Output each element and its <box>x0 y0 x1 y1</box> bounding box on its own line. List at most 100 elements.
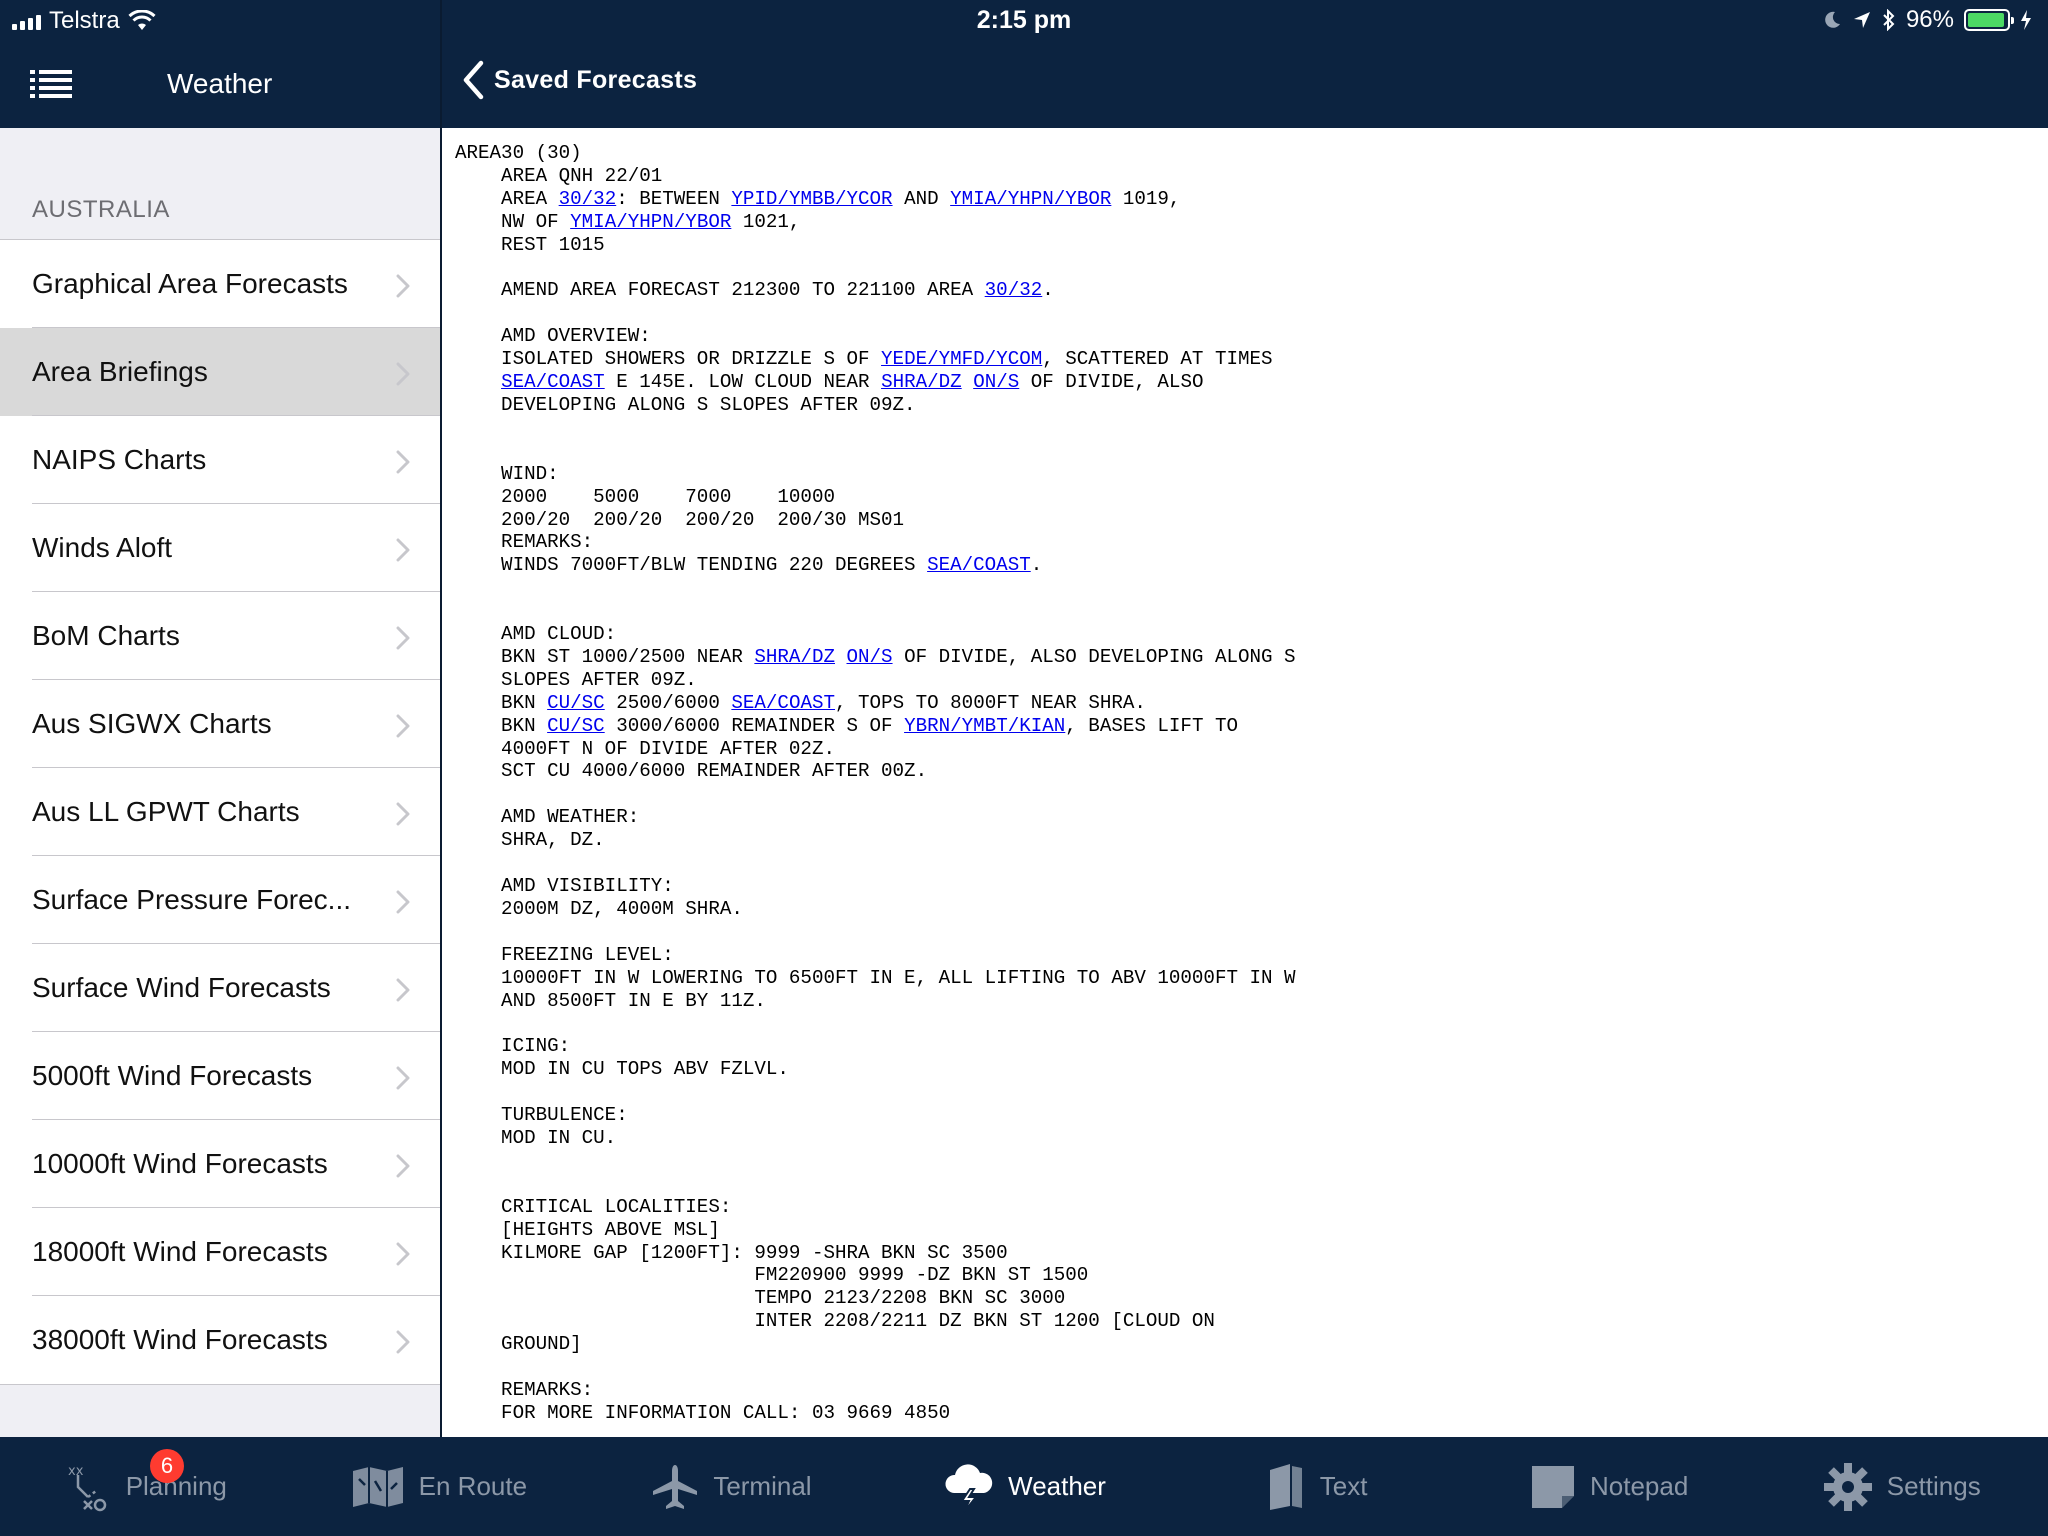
sidebar-item[interactable]: Aus SIGWX Charts <box>0 680 440 768</box>
sidebar-item-label: 38000ft Wind Forecasts <box>32 1324 328 1355</box>
forecast-link[interactable]: SHRA/DZ <box>754 646 835 668</box>
sidebar-item-label: NAIPS Charts <box>32 444 207 475</box>
chevron-right-icon <box>396 362 410 386</box>
chevron-right-icon <box>396 714 410 738</box>
forecast-link[interactable]: YMIA/YHPN/YBOR <box>950 188 1111 210</box>
tab-planning[interactable]: xx Planning 6 <box>0 1437 293 1536</box>
sidebar-item[interactable]: 5000ft Wind Forecasts <box>0 1032 440 1120</box>
status-time: 2:15 pm <box>976 6 1072 34</box>
forecast-link[interactable]: YBRN/YMBT/KIAN <box>904 715 1065 737</box>
sidebar: AUSTRALIA Graphical Area Forecasts Area B… <box>0 128 440 1437</box>
sidebar-item[interactable]: Area Briefings <box>0 328 440 416</box>
sidebar-item-label: Aus SIGWX Charts <box>32 708 272 739</box>
notepad-icon <box>1530 1464 1576 1510</box>
battery-percent: 96% <box>1905 6 1954 33</box>
sidebar-item[interactable]: Winds Aloft <box>0 504 440 592</box>
gear-icon <box>1823 1462 1873 1512</box>
chevron-right-icon <box>396 274 410 298</box>
forecast-link[interactable]: ON/S <box>973 371 1019 393</box>
tab-label: En Route <box>418 1471 528 1501</box>
tab-en-route[interactable]: En Route <box>293 1437 586 1536</box>
forecast-content[interactable]: AREA30 (30) AREA QNH 22/01 AREA 30/32: B… <box>442 128 2048 1437</box>
chevron-right-icon <box>396 1330 410 1354</box>
tab-label: Settings <box>1886 1471 1981 1501</box>
tab-terminal[interactable]: Terminal <box>585 1437 878 1536</box>
forecast-link[interactable]: CU/SC <box>547 692 605 714</box>
content-header: Saved Forecasts <box>442 42 2048 128</box>
forecast-link[interactable]: 30/32 <box>559 188 617 210</box>
sidebar-item-label: Surface Pressure Forec... <box>32 884 352 915</box>
sidebar-item-label: BoM Charts <box>32 620 180 651</box>
top-bar: Telstra 2:15 pm 96% Weather Saved Foreca… <box>0 0 2048 128</box>
location-icon <box>1853 12 1870 28</box>
tab-label: Text <box>1319 1471 1368 1501</box>
chevron-left-icon <box>463 60 484 100</box>
sidebar-item-label: 10000ft Wind Forecasts <box>32 1148 328 1179</box>
status-right: 96% <box>1822 6 2032 34</box>
chevron-right-icon <box>396 1242 410 1266</box>
tab-label: Notepad <box>1590 1471 1689 1501</box>
back-button[interactable]: Saved Forecasts <box>462 60 697 100</box>
section-header: AUSTRALIA <box>32 196 170 223</box>
chevron-right-icon <box>396 538 410 562</box>
chevron-right-icon <box>396 1154 410 1178</box>
sidebar-item-label: Winds Aloft <box>32 532 173 563</box>
sidebar-item-label: Surface Wind Forecasts <box>32 972 331 1003</box>
tab-weather[interactable]: Weather <box>878 1437 1171 1536</box>
forecast-link[interactable]: YEDE/YMFD/YCOM <box>881 348 1042 370</box>
sidebar-item[interactable]: Surface Wind Forecasts <box>0 944 440 1032</box>
weather-icon <box>942 1461 994 1513</box>
chevron-right-icon <box>396 626 410 650</box>
map-icon <box>351 1465 405 1509</box>
forecast-link[interactable]: SEA/COAST <box>927 554 1031 576</box>
sidebar-item[interactable]: Aus LL GPWT Charts <box>0 768 440 856</box>
forecast-text: AREA30 (30) AREA QNH 22/01 AREA 30/32: B… <box>455 142 1296 1424</box>
sidebar-item[interactable]: Graphical Area Forecasts <box>0 240 440 328</box>
forecast-link[interactable]: SHRA/DZ <box>881 371 962 393</box>
svg-text:xx: xx <box>68 1464 84 1479</box>
forecast-link[interactable]: SEA/COAST <box>501 371 605 393</box>
sidebar-item[interactable]: NAIPS Charts <box>0 416 440 504</box>
tab-notepad[interactable]: Notepad <box>1463 1437 1756 1536</box>
planning-icon: xx <box>66 1461 112 1513</box>
sidebar-item[interactable]: 10000ft Wind Forecasts <box>0 1120 440 1208</box>
sidebar-item[interactable]: 18000ft Wind Forecasts <box>0 1208 440 1296</box>
sidebar-item-label: Graphical Area Forecasts <box>32 268 348 299</box>
sidebar-title: Weather <box>167 68 273 99</box>
sidebar-item[interactable]: 38000ft Wind Forecasts <box>0 1296 440 1384</box>
chevron-right-icon <box>396 890 410 914</box>
notification-badge: 6 <box>150 1449 184 1483</box>
tab-bar: xx Planning 6 En Route Terminal Weather Text No… <box>0 1437 2048 1536</box>
menu-icon[interactable] <box>30 68 74 100</box>
sidebar-header: Weather <box>0 42 440 128</box>
chevron-right-icon <box>396 802 410 826</box>
split-divider <box>440 0 442 1437</box>
sidebar-item-label: Aus LL GPWT Charts <box>32 796 300 827</box>
sidebar-item-label: 18000ft Wind Forecasts <box>32 1236 328 1267</box>
status-bar: Telstra 2:15 pm 96% <box>0 0 2048 42</box>
tab-text[interactable]: Text <box>1170 1437 1463 1536</box>
forecast-link[interactable]: 30/32 <box>985 279 1043 301</box>
charging-icon <box>2021 10 2031 30</box>
sidebar-list: Graphical Area Forecasts Area Briefings NA… <box>0 239 440 1385</box>
sidebar-item-label: Area Briefings <box>32 356 208 387</box>
forecast-link[interactable]: CU/SC <box>547 715 605 737</box>
forecast-link[interactable]: YPID/YMBB/YCOR <box>731 188 892 210</box>
back-button-label: Saved Forecasts <box>494 65 698 94</box>
moon-icon <box>1825 11 1840 28</box>
tab-settings[interactable]: Settings <box>1755 1437 2048 1536</box>
book-icon <box>1266 1462 1306 1512</box>
battery-icon <box>1964 9 2014 31</box>
chevron-right-icon <box>396 978 410 1002</box>
tab-label: Weather <box>1008 1471 1106 1501</box>
forecast-link[interactable]: YMIA/YHPN/YBOR <box>570 211 731 233</box>
forecast-link[interactable]: ON/S <box>847 646 893 668</box>
chevron-right-icon <box>396 450 410 474</box>
forecast-link[interactable]: SEA/COAST <box>731 692 835 714</box>
airplane-icon <box>651 1463 699 1511</box>
sidebar-item[interactable]: BoM Charts <box>0 592 440 680</box>
sidebar-item-label: 5000ft Wind Forecasts <box>32 1060 313 1091</box>
sidebar-item[interactable]: Surface Pressure Forec... <box>0 856 440 944</box>
tab-label: Terminal <box>713 1471 812 1501</box>
chevron-right-icon <box>396 1066 410 1090</box>
